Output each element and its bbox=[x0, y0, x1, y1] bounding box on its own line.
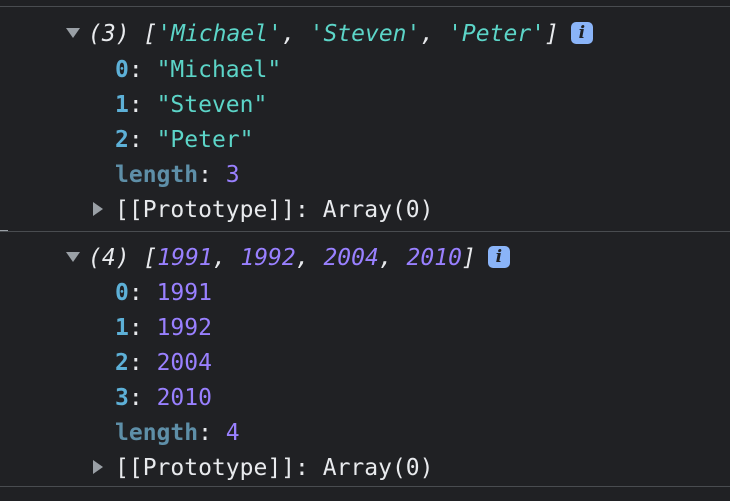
collapse-triangle-icon[interactable] bbox=[93, 202, 103, 216]
gutter-tick bbox=[0, 230, 8, 231]
array-count: (3) bbox=[88, 21, 130, 47]
array-length-property[interactable]: length: 4 bbox=[115, 418, 240, 448]
length-key: length bbox=[115, 420, 199, 446]
prototype-row[interactable]: [[Prototype]]: Array(0) bbox=[93, 195, 434, 225]
expand-triangle-icon[interactable] bbox=[66, 252, 80, 262]
prototype-value: Array(0) bbox=[322, 197, 434, 223]
console-message-number-array: (4) [1991, 1992, 2004, 2010] i 0: 1991 1:… bbox=[0, 233, 730, 487]
prototype-row[interactable]: [[Prototype]]: Array(0) bbox=[93, 453, 434, 483]
property-value: 1992 bbox=[156, 315, 212, 341]
array-property[interactable]: 2: "Peter" bbox=[115, 125, 254, 155]
prototype-key: [[Prototype]] bbox=[115, 455, 296, 481]
collapse-triangle-icon[interactable] bbox=[93, 460, 103, 474]
property-value: "Michael" bbox=[156, 57, 282, 83]
prototype-value: Array(0) bbox=[322, 455, 434, 481]
array-property[interactable]: 1: 1992 bbox=[115, 313, 212, 343]
array-property[interactable]: 0: 1991 bbox=[115, 278, 212, 308]
property-value: 2010 bbox=[156, 385, 212, 411]
property-value: "Peter" bbox=[156, 127, 254, 153]
info-icon[interactable]: i bbox=[570, 22, 593, 44]
array-property[interactable]: 1: "Steven" bbox=[115, 90, 267, 120]
array-property[interactable]: 3: 2010 bbox=[115, 383, 212, 413]
property-key: 1 bbox=[115, 315, 129, 341]
length-value: 4 bbox=[225, 420, 240, 446]
array-summary[interactable]: (4) [1991, 1992, 2004, 2010] i bbox=[66, 243, 510, 273]
preview-item: 2010 bbox=[406, 245, 462, 271]
array-length-property[interactable]: length: 3 bbox=[115, 160, 240, 190]
preview-item: 'Peter' bbox=[448, 21, 546, 47]
property-key: 2 bbox=[115, 350, 129, 376]
preview-item: 1992 bbox=[240, 245, 296, 271]
preview-item: 2004 bbox=[323, 245, 379, 271]
preview-item: 'Michael' bbox=[157, 21, 282, 47]
array-property[interactable]: 0: "Michael" bbox=[115, 55, 281, 85]
console-message-string-array: (3) ['Michael', 'Steven', 'Peter'] i 0: "… bbox=[0, 8, 730, 232]
preview-item: 1991 bbox=[157, 245, 213, 271]
length-value: 3 bbox=[225, 162, 240, 188]
length-key: length bbox=[115, 162, 199, 188]
property-key: 1 bbox=[115, 92, 129, 118]
info-icon[interactable]: i bbox=[487, 246, 510, 268]
property-key: 3 bbox=[115, 385, 129, 411]
array-summary[interactable]: (3) ['Michael', 'Steven', 'Peter'] i bbox=[66, 19, 593, 49]
property-key: 0 bbox=[115, 57, 129, 83]
expand-triangle-icon[interactable] bbox=[66, 28, 80, 38]
property-value: "Steven" bbox=[156, 92, 268, 118]
property-key: 0 bbox=[115, 280, 129, 306]
console-top-divider bbox=[0, 0, 730, 7]
property-value: 2004 bbox=[156, 350, 212, 376]
array-count: (4) bbox=[88, 245, 130, 271]
property-key: 2 bbox=[115, 127, 129, 153]
preview-item: 'Steven' bbox=[309, 21, 421, 47]
property-value: 1991 bbox=[156, 280, 212, 306]
prototype-key: [[Prototype]] bbox=[115, 197, 296, 223]
array-property[interactable]: 2: 2004 bbox=[115, 348, 212, 378]
